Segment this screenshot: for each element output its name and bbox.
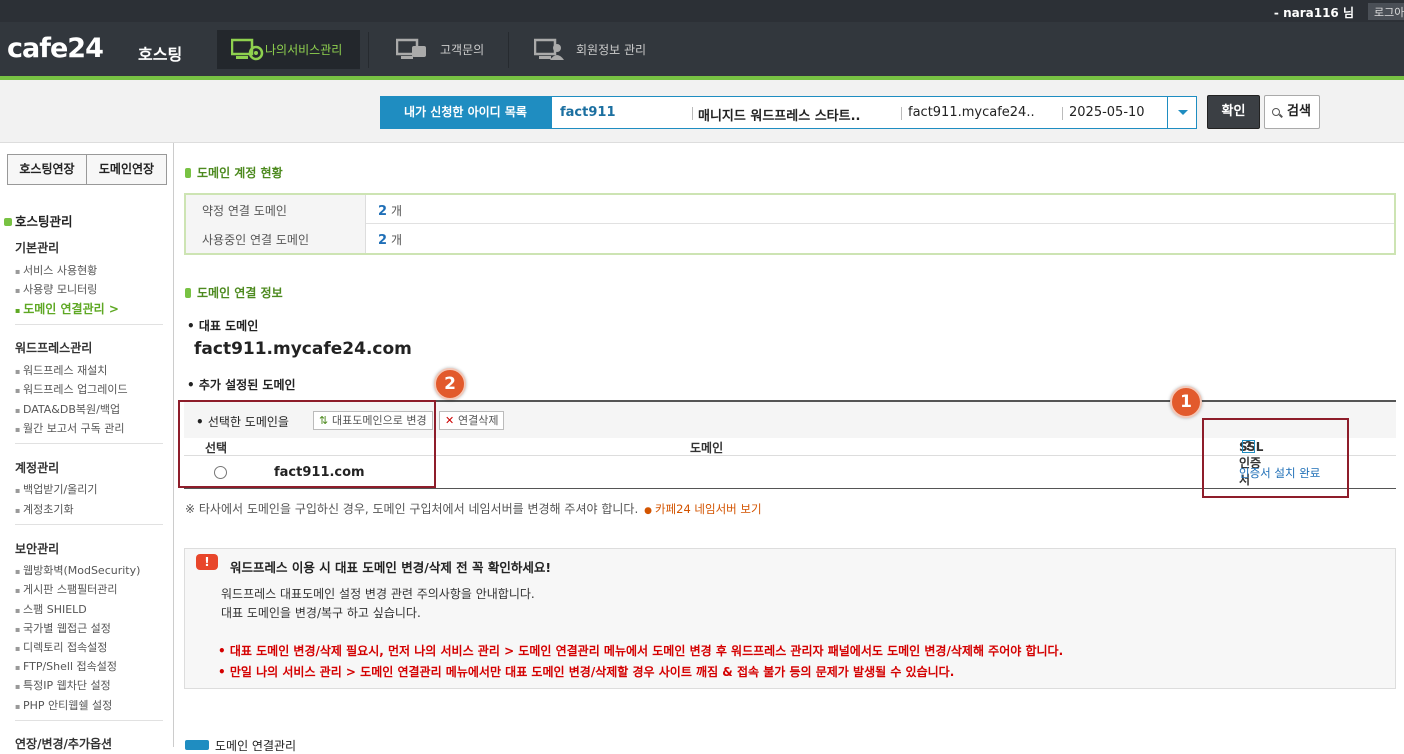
nav-label: 회원정보 관리	[576, 43, 647, 57]
sidebar-item-service-status[interactable]: 서비스 사용현황	[15, 262, 97, 278]
row-value: 2개	[378, 204, 403, 219]
bullet-icon	[185, 288, 191, 298]
sidebar-section: 보안관리	[15, 542, 60, 556]
warning-text: 워드프레스 대표도메인 설정 변경 관련 주의사항을 안내합니다.	[221, 587, 535, 601]
sidebar-item-php-antiwebshell[interactable]: PHP 안티웹쉘 설정	[15, 697, 112, 713]
sidebar-item-account-reset[interactable]: 계정초기화	[15, 501, 74, 517]
section-title-info: 도메인 연결 정보	[185, 284, 283, 301]
section-title-status: 도메인 계정 현황	[185, 164, 283, 181]
nav-divider	[368, 32, 369, 68]
warning-red-text: 대표 도메인 변경/삭제 필요시, 먼저 나의 서비스 관리 > 도메인 연결관…	[218, 642, 1063, 659]
top-bar: - nara116 님 로그아웃	[0, 0, 1404, 22]
nav-member-info[interactable]: 회원정보 관리	[520, 30, 660, 69]
service-manage-icon	[230, 38, 265, 62]
annotation-box-2	[178, 400, 436, 488]
search-icon	[1272, 108, 1280, 116]
sidebar-item-ip-block[interactable]: 특정IP 웹차단 설정	[15, 677, 111, 693]
domain-renew-button[interactable]: 도메인연장	[87, 154, 167, 185]
table-row: 사용중인 연결 도메인 2개	[186, 224, 1394, 253]
row-label: 약정 연결 도메인	[186, 195, 366, 224]
sidebar-item-spam-shield[interactable]: 스팸 SHIELD	[15, 601, 87, 617]
bottom-section: 도메인 연결관리	[185, 737, 296, 754]
customer-inquiry-icon	[395, 38, 430, 62]
hosting-renew-button[interactable]: 호스팅연장	[7, 154, 87, 185]
account-product: 매니지드 워드프레스 스타트..	[698, 109, 861, 124]
nameserver-note: ※ 타사에서 도메인을 구입하신 경우, 도메인 구입처에서 네임서버를 변경해…	[185, 500, 762, 517]
table-row: 약정 연결 도메인 2개	[186, 195, 1394, 224]
row-value: 2개	[378, 233, 403, 248]
sidebar-item-backup[interactable]: 백업받기/올리기	[15, 481, 98, 497]
sidebar-item-usage-monitor[interactable]: 사용량 모니터링	[15, 281, 97, 297]
divider	[15, 443, 163, 444]
divider	[15, 324, 163, 325]
col-domain: 도메인	[690, 441, 724, 455]
sidebar-item-ftp-shell[interactable]: FTP/Shell 접속설정	[15, 658, 117, 674]
sidebar-item-country-access[interactable]: 국가별 웹접근 설정	[15, 620, 111, 636]
search-button[interactable]: 검색	[1264, 95, 1320, 129]
sidebar-item-spam-filter[interactable]: 게시판 스팸필터관리	[15, 581, 118, 597]
sidebar-title: 호스팅관리	[4, 211, 73, 230]
sidebar-item-waf[interactable]: 웹방화벽(ModSecurity)	[15, 562, 140, 578]
account-domain: fact911.mycafe24..	[908, 105, 1035, 120]
divider	[15, 720, 163, 721]
account-id: fact911	[560, 105, 616, 120]
field-divider	[1062, 107, 1063, 120]
close-icon: ✕	[445, 414, 455, 427]
account-select-bar: 내가 신청한 아이디 목록 fact911 매니지드 워드프레스 스타트.. f…	[0, 80, 1404, 143]
sidebar-item-monthly-report[interactable]: 월간 보고서 구독 관리	[15, 420, 125, 436]
nav-label: 나의서비스관리	[265, 43, 343, 57]
cafe24-logo[interactable]: cafe24	[7, 33, 104, 64]
logo-subtitle: 호스팅	[138, 45, 183, 64]
rep-domain-label: 대표 도메인	[187, 317, 258, 334]
account-select-dropdown[interactable]: fact911 매니지드 워드프레스 스타트.. fact911.mycafe2…	[551, 96, 1197, 129]
tip-icon	[185, 740, 209, 750]
warning-box: ! 워드프레스 이용 시 대표 도메인 변경/삭제 전 꼭 확인하세요! 워드프…	[184, 548, 1396, 689]
annotation-badge-2: 2	[434, 368, 466, 400]
user-name: - nara116 님	[1273, 6, 1354, 20]
field-divider	[901, 107, 902, 120]
warning-title: 워드프레스 이용 시 대표 도메인 변경/삭제 전 꼭 확인하세요!	[230, 560, 552, 575]
warning-text: 대표 도메인을 변경/복구 하고 싶습니다.	[221, 606, 421, 620]
sidebar-item-wp-reinstall[interactable]: 워드프레스 재설치	[15, 362, 107, 378]
field-divider	[692, 107, 693, 120]
divider	[15, 524, 163, 525]
sidebar-item-domain-connect[interactable]: 도메인 연결관리 >	[15, 300, 119, 317]
sidebar-section: 기본관리	[15, 241, 60, 255]
annotation-box-1	[1202, 418, 1349, 498]
bullet-icon	[4, 218, 12, 226]
sidebar-item-data-restore[interactable]: DATA&DB복원/백업	[15, 401, 120, 417]
sidebar-section: 계정관리	[15, 461, 60, 475]
nav-service-manage[interactable]: 나의서비스관리	[217, 30, 360, 69]
nav-label: 고객문의	[440, 43, 485, 57]
warning-red-text: 만일 나의 서비스 관리 > 도메인 연결관리 메뉴에서만 대표 도메인 변경/…	[218, 663, 954, 680]
nav-customer-inquiry[interactable]: 고객문의	[382, 30, 502, 69]
annotation-badge-1: 1	[1170, 386, 1202, 418]
nav-divider	[508, 32, 509, 68]
rep-domain-value: fact911.mycafe24.com	[194, 339, 412, 359]
sidebar-section: 워드프레스관리	[15, 341, 93, 355]
sidebar-item-wp-upgrade[interactable]: 워드프레스 업그레이드	[15, 381, 128, 397]
sidebar-item-directory-access[interactable]: 디렉토리 접속설정	[15, 639, 107, 655]
status-table: 약정 연결 도메인 2개 사용중인 연결 도메인 2개	[184, 193, 1396, 255]
account-list-label: 내가 신청한 아이디 목록	[380, 96, 551, 129]
account-date: 2025-05-10	[1069, 105, 1145, 120]
sidebar: 호스팅연장 도메인연장 호스팅관리 기본관리 서비스 사용현황 사용량 모니터링…	[0, 143, 174, 751]
header: cafe24 호스팅 나의서비스관리 고객문의 회원정보 관리	[0, 22, 1404, 77]
logout-button[interactable]: 로그아웃	[1368, 3, 1404, 20]
nameserver-link[interactable]: 카페24 네임서버 보기	[642, 502, 761, 516]
sidebar-section: 연장/변경/추가옵션	[15, 737, 113, 751]
row-label: 사용중인 연결 도메인	[186, 224, 366, 253]
member-info-icon	[533, 38, 568, 62]
delete-connection-button[interactable]: ✕ 연결삭제	[439, 411, 505, 430]
alert-icon: !	[196, 554, 218, 570]
confirm-button[interactable]: 확인	[1207, 95, 1260, 129]
bullet-icon	[185, 168, 191, 178]
chevron-down-icon[interactable]	[1167, 97, 1196, 128]
search-label: 검색	[1287, 104, 1311, 119]
added-domain-label: 추가 설정된 도메인	[187, 376, 296, 393]
